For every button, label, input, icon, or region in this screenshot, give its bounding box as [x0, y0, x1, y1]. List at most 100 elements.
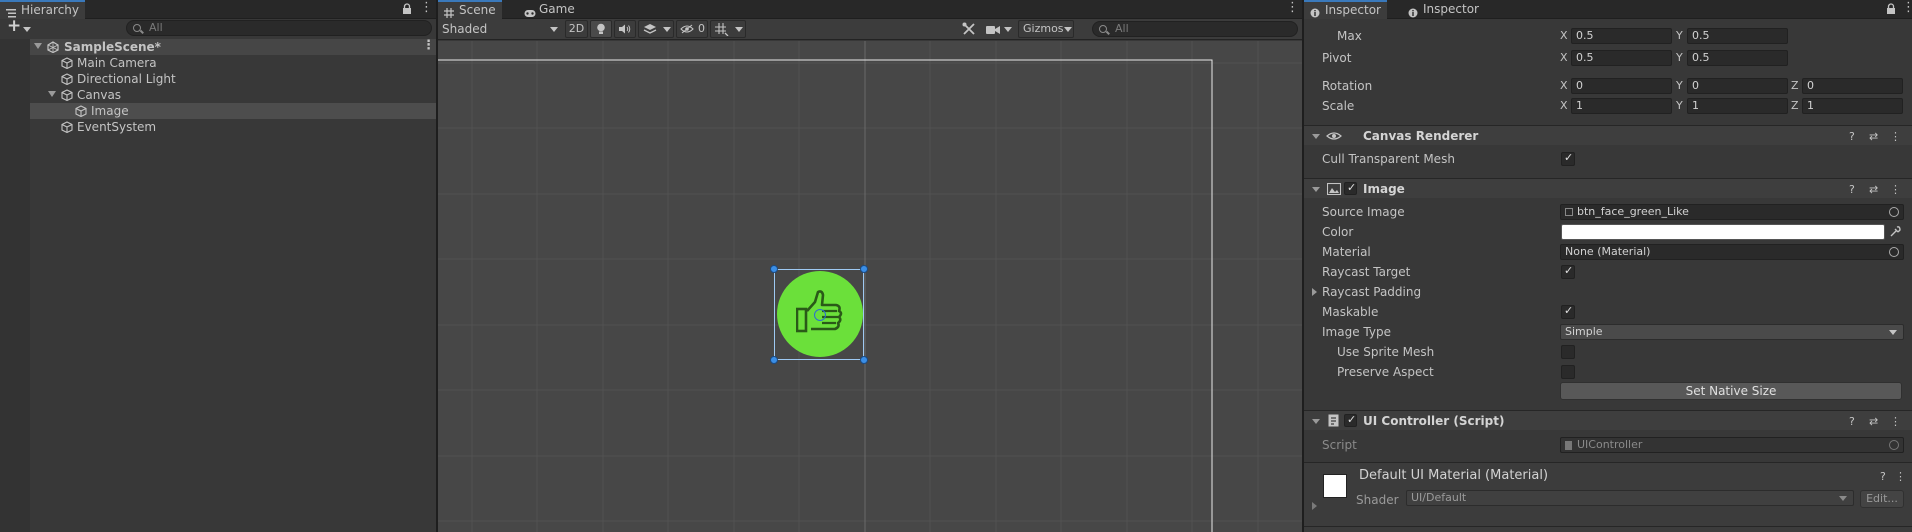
chevron-down-icon[interactable] [1312, 187, 1320, 192]
resize-handle-top-right[interactable] [860, 265, 868, 273]
chevron-down-icon[interactable] [48, 91, 56, 97]
component-menu-icon[interactable]: ⋮ [1890, 130, 1901, 143]
chevron-right-icon[interactable] [1312, 502, 1317, 510]
lock-icon[interactable] [1886, 3, 1896, 15]
color-swatch-field[interactable] [1561, 224, 1885, 240]
pivot-handle-icon[interactable] [814, 309, 826, 321]
set-native-size-button[interactable]: Set Native Size [1560, 382, 1902, 400]
shader-dropdown[interactable]: UI/Default [1406, 490, 1854, 506]
scale-y-field[interactable]: 1 [1687, 98, 1788, 114]
use-sprite-mesh-checkbox[interactable] [1561, 345, 1575, 359]
scene-viewport[interactable] [438, 41, 1302, 532]
help-icon[interactable]: ? [1849, 183, 1855, 196]
hierarchy-item-label: SampleScene* [64, 40, 161, 54]
hierarchy-panel: Hierarchy + All SampleScene* Main Camera… [0, 0, 436, 532]
max-y-field[interactable]: 0.5 [1687, 28, 1788, 44]
chevron-right-icon[interactable] [1312, 288, 1317, 296]
scene-menu-icon[interactable] [422, 38, 435, 54]
image-type-dropdown[interactable]: Simple [1560, 324, 1904, 340]
preset-icon[interactable]: ⇄ [1869, 183, 1878, 196]
tab-game[interactable]: Game [518, 0, 581, 19]
tools-button[interactable] [960, 21, 978, 38]
inspector-menu-icon[interactable] [1902, 0, 1912, 15]
ui-controller-header[interactable]: UI Controller (Script) ? ⇄ ⋮ [1304, 410, 1912, 430]
hierarchy-item-image[interactable]: Image [0, 103, 436, 119]
pivot-x-field[interactable]: 0.5 [1571, 50, 1672, 66]
pivot-y-field[interactable]: 0.5 [1687, 50, 1788, 66]
camera-settings-button[interactable] [984, 21, 1014, 38]
hierarchy-item-samplescene[interactable]: SampleScene* [0, 38, 436, 55]
scene-search-input[interactable]: All [1092, 21, 1298, 37]
lighting-toggle-button[interactable] [590, 20, 612, 38]
material-menu-icon[interactable]: ⋮ [1895, 470, 1906, 483]
preset-icon[interactable]: ⇄ [1869, 130, 1878, 143]
object-picker-icon[interactable] [1889, 207, 1899, 217]
scale-x-field[interactable]: 1 [1571, 98, 1672, 114]
eyedropper-icon[interactable] [1889, 226, 1901, 238]
hierarchy-item-canvas[interactable]: Canvas [0, 87, 436, 103]
scene-menu-icon[interactable] [1286, 0, 1299, 15]
canvas-renderer-header[interactable]: Canvas Renderer ? ⇄ ⋮ [1304, 125, 1912, 145]
resize-handle-bottom-left[interactable] [770, 356, 778, 364]
scene-panel: Scene Game Shaded 2D 0 [438, 0, 1302, 532]
rotation-z-field[interactable]: 0 [1802, 78, 1903, 94]
hierarchy-search-input[interactable]: All [126, 20, 432, 36]
shader-label: Shader [1356, 493, 1399, 507]
audio-toggle-button[interactable] [614, 20, 636, 38]
help-icon[interactable]: ? [1880, 470, 1886, 483]
color-label: Color [1322, 225, 1354, 239]
inspector-tab-bar: Inspector Inspector [1304, 0, 1912, 19]
eye-icon [1326, 132, 1342, 140]
lock-icon[interactable] [402, 3, 412, 15]
chevron-down-icon[interactable] [1312, 134, 1320, 139]
hierarchy-item-label: EventSystem [77, 120, 157, 134]
object-picker-icon[interactable] [1889, 247, 1899, 257]
image-enabled-checkbox[interactable] [1344, 181, 1357, 195]
grid-snapping-button[interactable] [710, 20, 746, 38]
hierarchy-item-directional-light[interactable]: Directional Light [0, 71, 436, 87]
hierarchy-menu-icon[interactable] [420, 0, 433, 15]
chevron-down-icon [1004, 27, 1012, 32]
maskable-checkbox[interactable] [1561, 304, 1575, 319]
hidden-objects-toggle[interactable]: 0 [676, 20, 708, 38]
axis-y-label: Y [1676, 79, 1683, 92]
preset-icon[interactable]: ⇄ [1869, 415, 1878, 428]
gizmos-dropdown[interactable]: Gizmos [1018, 20, 1074, 38]
toggle-2d-button[interactable]: 2D [565, 20, 588, 38]
hierarchy-item-eventsystem[interactable]: EventSystem [0, 119, 436, 135]
tab-inspector-2[interactable]: Inspector [1402, 0, 1485, 19]
component-menu-icon[interactable]: ⋮ [1890, 415, 1901, 428]
preserve-aspect-checkbox[interactable] [1561, 365, 1575, 379]
max-x-field[interactable]: 0.5 [1571, 28, 1672, 44]
search-icon [133, 24, 141, 32]
ui-controller-enabled-checkbox[interactable] [1344, 413, 1357, 427]
scale-z-field[interactable]: 1 [1802, 98, 1903, 114]
shading-mode-dropdown[interactable]: Shaded [442, 21, 560, 38]
edit-shader-button[interactable]: Edit... [1860, 490, 1904, 508]
source-image-field[interactable]: btn_face_green_Like [1560, 204, 1904, 220]
tab-scene[interactable]: Scene [438, 0, 502, 19]
resize-handle-top-left[interactable] [770, 265, 778, 273]
sprite-icon [1565, 208, 1573, 216]
unity-scene-icon [47, 41, 59, 54]
raycast-target-checkbox[interactable] [1561, 264, 1575, 279]
tab-inspector-1[interactable]: Inspector [1304, 0, 1387, 19]
cull-transparent-mesh-checkbox[interactable] [1561, 151, 1575, 166]
rotation-y-field[interactable]: 0 [1687, 78, 1788, 94]
image-component-header[interactable]: Image ? ⇄ ⋮ [1304, 178, 1912, 198]
help-icon[interactable]: ? [1849, 130, 1855, 143]
rotation-x-field[interactable]: 0 [1571, 78, 1672, 94]
effects-toggle-button[interactable] [638, 20, 674, 38]
chevron-down-icon[interactable] [1312, 419, 1320, 424]
raycast-padding-label[interactable]: Raycast Padding [1322, 284, 1421, 300]
chevron-down-icon [23, 27, 31, 32]
gameobject-cube-icon [61, 57, 73, 70]
resize-handle-bottom-right[interactable] [860, 356, 868, 364]
material-field[interactable]: None (Material) [1560, 244, 1904, 260]
hierarchy-tab-bar: Hierarchy [0, 0, 436, 19]
add-button[interactable]: + [5, 16, 33, 37]
chevron-down-icon[interactable] [34, 43, 42, 49]
component-menu-icon[interactable]: ⋮ [1890, 183, 1901, 196]
help-icon[interactable]: ? [1849, 415, 1855, 428]
hierarchy-item-main-camera[interactable]: Main Camera [0, 55, 436, 71]
